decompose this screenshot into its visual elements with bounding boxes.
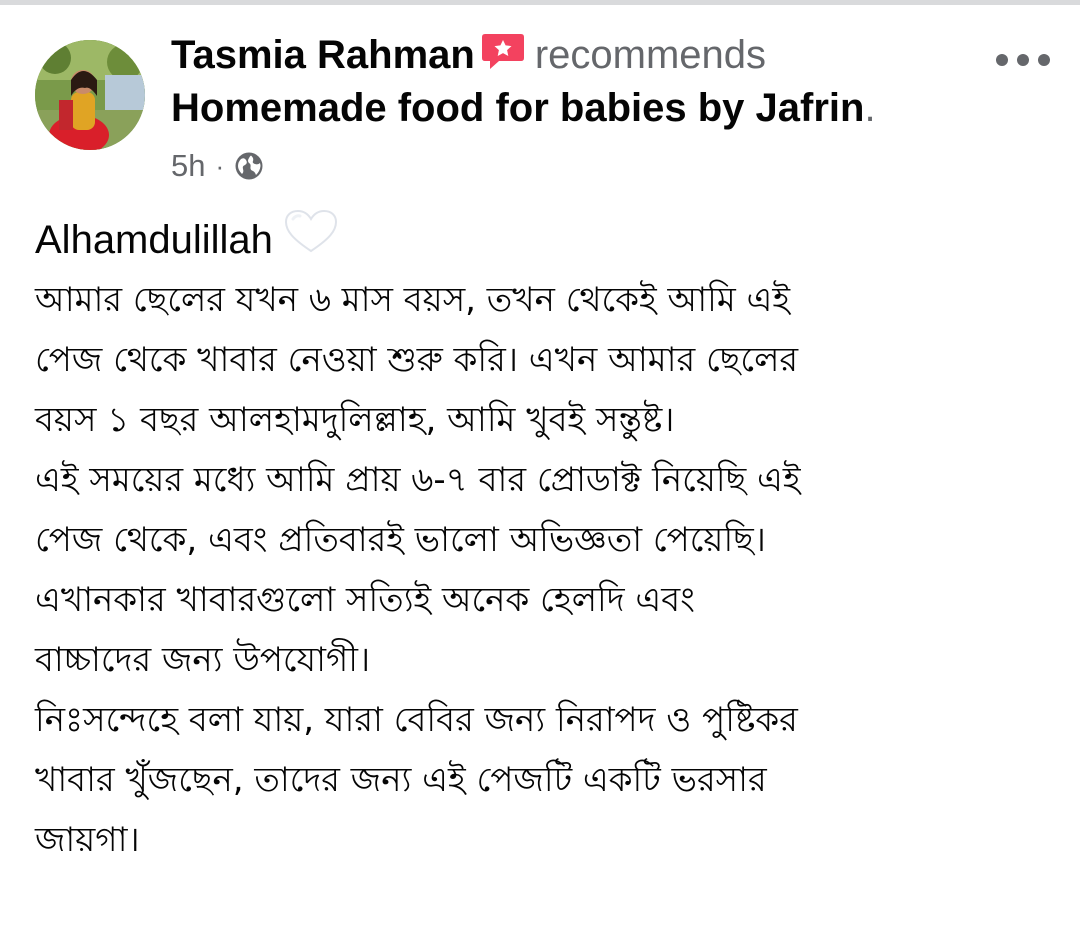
page-name-link[interactable]: Homemade food for babies by Jafrin bbox=[171, 86, 864, 130]
post-body-line: জায়গা। bbox=[35, 820, 140, 860]
post-body-line: আমার ছেলের যখন ৬ মাস বয়স, তখন থেকেই আমি… bbox=[35, 280, 791, 320]
more-options-icon[interactable] bbox=[996, 50, 1050, 70]
post-body-line: বাচ্চাদের জন্য উপযোগী। bbox=[35, 640, 371, 680]
avatar[interactable] bbox=[35, 40, 145, 150]
post-body: Alhamdulillah আমার ছেলের যখন ৬ মাস বয়স,… bbox=[35, 209, 1055, 870]
header-line: Tasmia Rahman recommends bbox=[171, 28, 971, 82]
recommends-label: recommends bbox=[534, 33, 767, 77]
post-body-line: এই সময়ের মধ্যে আমি প্রায় ৬-৭ বার প্রোড… bbox=[35, 460, 801, 500]
globe-icon[interactable] bbox=[234, 151, 264, 181]
timestamp[interactable]: 5h bbox=[171, 148, 205, 184]
post-meta: 5h · bbox=[171, 146, 264, 186]
post-first-line: Alhamdulillah bbox=[35, 209, 1055, 272]
more-dot bbox=[1038, 54, 1050, 66]
meta-separator: · bbox=[215, 150, 225, 181]
post-body-line: পেজ থেকে, এবং প্রতিবারই ভালো অভিজ্ঞতা পে… bbox=[35, 520, 766, 560]
recommend-badge-icon bbox=[481, 32, 525, 86]
page-name-line: Homemade food for babies by Jafrin. bbox=[171, 82, 971, 134]
post-body-line: পেজ থেকে খাবার নেওয়া শুরু করি। এখন আমার… bbox=[35, 340, 799, 380]
post-body-line: এখানকার খাবারগুলো সত্যিই অনেক হেলদি এবং bbox=[35, 580, 695, 620]
page-name-suffix: . bbox=[864, 86, 876, 130]
white-heart-icon bbox=[283, 209, 339, 272]
first-line-text: Alhamdulillah bbox=[35, 218, 273, 262]
avatar-photo bbox=[35, 40, 145, 150]
more-dot bbox=[996, 54, 1008, 66]
post-body-line: নিঃসন্দেহে বলা যায়, যারা বেবির জন্য নির… bbox=[35, 700, 798, 740]
post-header: Tasmia Rahman recommends Homemade food f… bbox=[171, 28, 971, 134]
post-body-line: খাবার খুঁজছেন, তাদের জন্য এই পেজটি একটি … bbox=[35, 760, 767, 800]
author-name[interactable]: Tasmia Rahman bbox=[171, 33, 475, 77]
post-body-line: বয়স ১ বছর আলহামদুলিল্লাহ, আমি খুবই সন্ত… bbox=[35, 400, 675, 440]
more-dot bbox=[1017, 54, 1029, 66]
top-divider bbox=[0, 0, 1080, 5]
